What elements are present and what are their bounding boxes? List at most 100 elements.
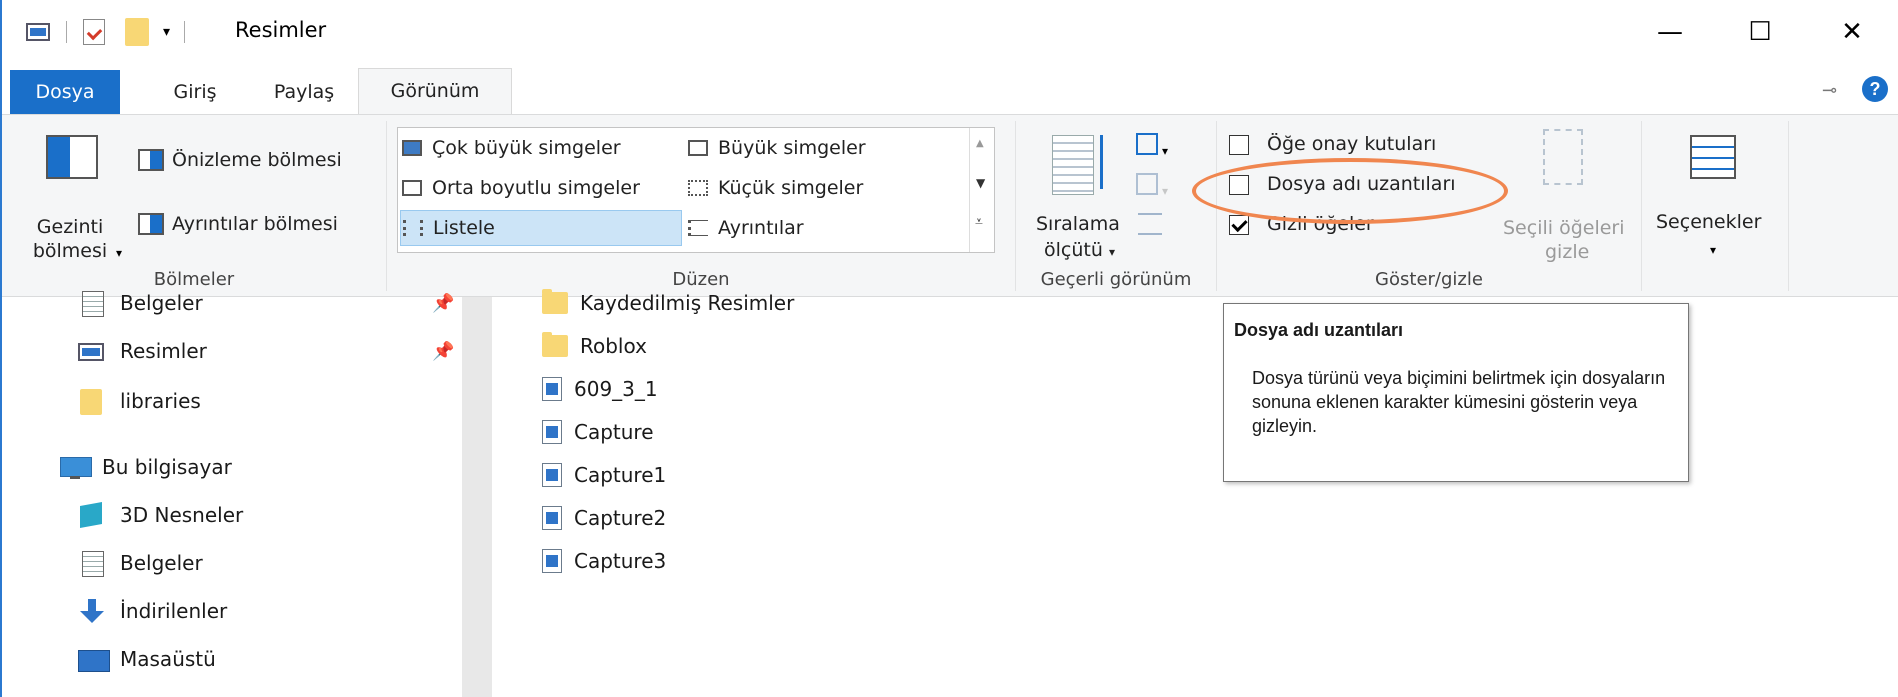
image-file-icon xyxy=(542,463,562,487)
pictures-folder-icon xyxy=(26,23,50,41)
documents-icon xyxy=(78,551,106,577)
help-icon[interactable]: ? xyxy=(1862,76,1888,102)
file-item-image[interactable]: Capture xyxy=(542,412,654,452)
close-button[interactable]: ✕ xyxy=(1822,8,1882,56)
scroll-up-icon[interactable]: ▲ xyxy=(976,138,984,149)
nav-item-pictures[interactable]: Resimler xyxy=(78,331,207,371)
sort-by-icon xyxy=(1052,135,1094,195)
expand-gallery-icon[interactable]: ⩡ xyxy=(975,214,983,230)
tab-home[interactable]: Giriş xyxy=(150,70,240,114)
scroll-down-icon[interactable]: ▼ xyxy=(976,176,985,190)
group-by-button[interactable]: ▾ xyxy=(1136,133,1180,163)
details-pane-icon xyxy=(138,213,164,235)
image-file-icon xyxy=(542,506,562,530)
file-name: Capture xyxy=(574,420,654,444)
preview-pane-button[interactable]: Önizleme bölmesi xyxy=(138,145,342,175)
details-pane-button[interactable]: Ayrıntılar bölmesi xyxy=(138,209,338,239)
nav-item-label: Bu bilgisayar xyxy=(102,455,232,479)
hidden-items-checkbox[interactable] xyxy=(1229,215,1249,235)
pane-splitter[interactable] xyxy=(462,297,492,697)
computer-icon xyxy=(60,455,92,479)
image-file-icon xyxy=(542,377,562,401)
layout-medium-icons[interactable]: Orta boyutlu simgeler xyxy=(402,170,682,206)
hide-selected-label-2: gizle xyxy=(1545,241,1590,263)
group-show-hide-label: Göster/gizle xyxy=(1375,269,1483,290)
file-item-image[interactable]: Capture2 xyxy=(542,498,666,538)
details-pane-label: Ayrıntılar bölmesi xyxy=(172,213,338,235)
tab-share[interactable]: Paylaş xyxy=(254,70,354,114)
navigation-pane-label: Gezinti bölmesi xyxy=(32,216,108,262)
group-divider xyxy=(1788,121,1789,291)
nav-item-this-pc[interactable]: Bu bilgisayar xyxy=(60,447,232,487)
file-item-image[interactable]: Capture1 xyxy=(542,455,666,495)
extra-large-icons-icon xyxy=(402,140,422,156)
nav-item-desktop[interactable]: Masaüstü xyxy=(78,639,216,679)
size-columns-icon xyxy=(1138,213,1162,235)
pin-icon[interactable]: 📌 xyxy=(432,341,454,362)
hide-selected-label: Seçili öğeleri xyxy=(1503,217,1625,239)
options-icon xyxy=(1690,135,1736,179)
item-checkboxes-label: Öğe onay kutuları xyxy=(1267,133,1437,155)
group-current-view: Sıralama ölçütü ▾ ▾ ▾ Geçerli görünüm xyxy=(1016,115,1216,296)
layout-details[interactable]: Ayrıntılar xyxy=(688,210,968,246)
maximize-button[interactable]: ☐ xyxy=(1730,8,1790,56)
nav-item-3d-objects[interactable]: 3D Nesneler xyxy=(78,495,243,535)
navigation-pane-button[interactable]: Gezinti bölmesi ▾ xyxy=(22,133,122,273)
options-dropdown-icon: ▾ xyxy=(1710,243,1717,257)
file-item-folder[interactable]: Roblox xyxy=(542,326,647,366)
sort-by-button[interactable]: Sıralama ölçütü ▾ xyxy=(1030,131,1130,271)
explorer-window: ▾ Resimler — ☐ ✕ Dosya Giriş Paylaş Görü… xyxy=(0,0,1898,697)
properties-icon[interactable] xyxy=(83,19,105,45)
layout-extra-large-icons[interactable]: Çok büyük simgeler xyxy=(402,130,682,166)
item-checkboxes-option[interactable]: Öğe onay kutuları xyxy=(1229,131,1519,161)
navigation-pane-dropdown-icon: ▾ xyxy=(116,246,123,260)
nav-item-libraries[interactable]: libraries xyxy=(78,381,201,421)
nav-item-label: Masaüstü xyxy=(120,647,216,671)
sort-by-label: Sıralama xyxy=(1036,213,1120,235)
group-current-view-label: Geçerli görünüm xyxy=(1040,269,1192,290)
nav-item-label: libraries xyxy=(120,389,201,413)
folder-icon xyxy=(78,389,106,415)
nav-item-documents-quick[interactable]: Belgeler xyxy=(78,283,203,323)
preview-pane-icon xyxy=(138,149,164,171)
preview-pane-label: Önizleme bölmesi xyxy=(172,149,342,171)
file-name: Kaydedilmiş Resimler xyxy=(580,291,795,315)
minimize-button[interactable]: — xyxy=(1640,8,1700,56)
layout-large-icons[interactable]: Büyük simgeler xyxy=(688,130,968,166)
tab-view[interactable]: Görünüm xyxy=(358,68,512,116)
nav-item-label: Belgeler xyxy=(120,551,203,575)
tooltip: Dosya adı uzantıları Dosya türünü veya b… xyxy=(1223,303,1689,482)
folder-icon xyxy=(542,289,568,314)
large-icons-icon xyxy=(688,140,708,156)
ribbon-tabs: Dosya Giriş Paylaş Görünüm ⊸ ? xyxy=(2,68,1898,116)
window-title: Resimler xyxy=(235,18,327,42)
tab-file[interactable]: Dosya xyxy=(10,70,120,114)
navigation-pane: Belgeler 📌 Resimler 📌 libraries Bu bilgi… xyxy=(2,291,462,697)
group-by-icon xyxy=(1136,133,1158,155)
title-bar: ▾ Resimler — ☐ ✕ xyxy=(2,0,1898,62)
layout-item-label: Büyük simgeler xyxy=(718,137,866,159)
hide-selected-items-button: Seçili öğeleri gizle xyxy=(1495,129,1635,269)
pin-ribbon-icon[interactable]: ⊸ xyxy=(1822,80,1837,101)
image-file-icon xyxy=(542,549,562,573)
item-checkboxes-checkbox[interactable] xyxy=(1229,135,1249,155)
layout-small-icons[interactable]: Küçük simgeler xyxy=(688,170,968,206)
options-button[interactable]: Seçenekler ▾ xyxy=(1650,131,1780,281)
desktop-icon xyxy=(78,647,110,672)
file-name: Capture2 xyxy=(574,506,667,530)
new-folder-icon[interactable] xyxy=(125,18,149,46)
download-arrow-icon xyxy=(78,599,106,623)
nav-item-label: 3D Nesneler xyxy=(120,503,244,527)
highlight-ellipse xyxy=(1192,158,1508,224)
customize-qa-dropdown-icon[interactable]: ▾ xyxy=(163,24,170,40)
layout-item-label: Orta boyutlu simgeler xyxy=(432,177,640,199)
tooltip-title: Dosya adı uzantıları xyxy=(1234,320,1404,340)
nav-item-downloads[interactable]: İndirilenler xyxy=(78,591,227,631)
nav-item-documents[interactable]: Belgeler xyxy=(78,543,203,583)
pin-icon[interactable]: 📌 xyxy=(432,293,454,314)
layout-list[interactable]: Listele xyxy=(400,210,682,246)
file-item-image[interactable]: 609_3_1 xyxy=(542,369,658,409)
file-item-image[interactable]: Capture3 xyxy=(542,541,666,581)
layout-scrollbar[interactable]: ▲ ▼ ⩡ xyxy=(969,128,994,252)
file-item-folder[interactable]: Kaydedilmiş Resimler xyxy=(542,283,794,323)
